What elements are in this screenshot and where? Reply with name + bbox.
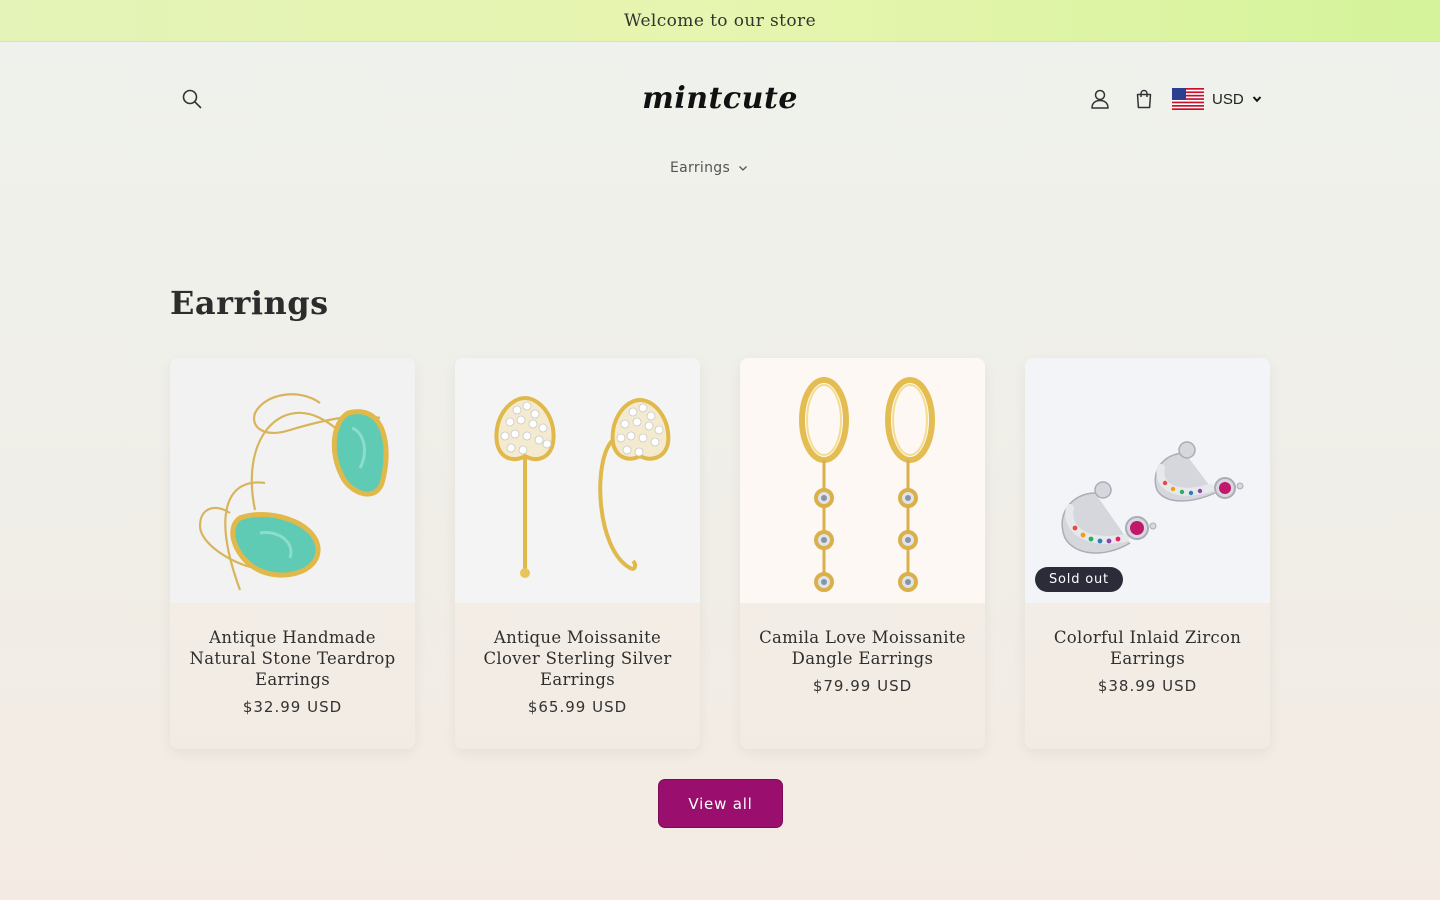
product-card[interactable]: Antique Moissanite Clover Sterling Silve… [455,358,700,749]
currency-selector[interactable]: USD [1172,86,1262,112]
product-title[interactable]: Camila Love Moissanite Dangle Earrings [740,627,985,669]
product-price: $79.99 USD [812,677,913,695]
cart-button[interactable] [1128,83,1160,115]
sold-out-badge: Sold out [1035,567,1123,592]
product-image [170,358,415,603]
currency-label: USD [1212,90,1244,108]
account-button[interactable] [1084,83,1116,115]
product-grid: Antique Handmade Natural Stone Teardrop … [170,358,1270,749]
section-title: Earrings [170,284,329,322]
product-title[interactable]: Antique Moissanite Clover Sterling Silve… [455,627,700,690]
product-price: $65.99 USD [527,698,628,716]
product-price: $38.99 USD [1097,677,1198,695]
us-flag-icon [1172,88,1204,110]
search-button[interactable] [176,83,208,115]
product-image: Sold out [1025,358,1270,603]
product-image [740,358,985,603]
nav-item-label: Earrings [670,160,731,176]
product-card[interactable]: Sold out Colorful Inlaid Zircon Earrings… [1025,358,1270,749]
announcement-bar: Welcome to our store [0,0,1440,42]
store-logo[interactable]: mintcute [560,74,880,122]
product-image [455,358,700,603]
product-title[interactable]: Antique Handmade Natural Stone Teardrop … [170,627,415,690]
product-price: $32.99 USD [242,698,343,716]
chevron-down-icon [739,165,748,171]
view-all-button[interactable]: View all [659,780,782,827]
product-title[interactable]: Colorful Inlaid Zircon Earrings [1025,627,1270,669]
product-card[interactable]: Antique Handmade Natural Stone Teardrop … [170,358,415,749]
announcement-text: Welcome to our store [623,10,817,31]
cart-icon [1136,89,1152,109]
search-icon [182,89,202,109]
logo-text: mintcute [642,80,798,116]
product-card[interactable]: Camila Love Moissanite Dangle Earrings $… [740,358,985,749]
chevron-down-icon [1252,96,1261,103]
account-icon [1091,89,1109,109]
nav-item-earrings[interactable]: Earrings [670,156,748,180]
